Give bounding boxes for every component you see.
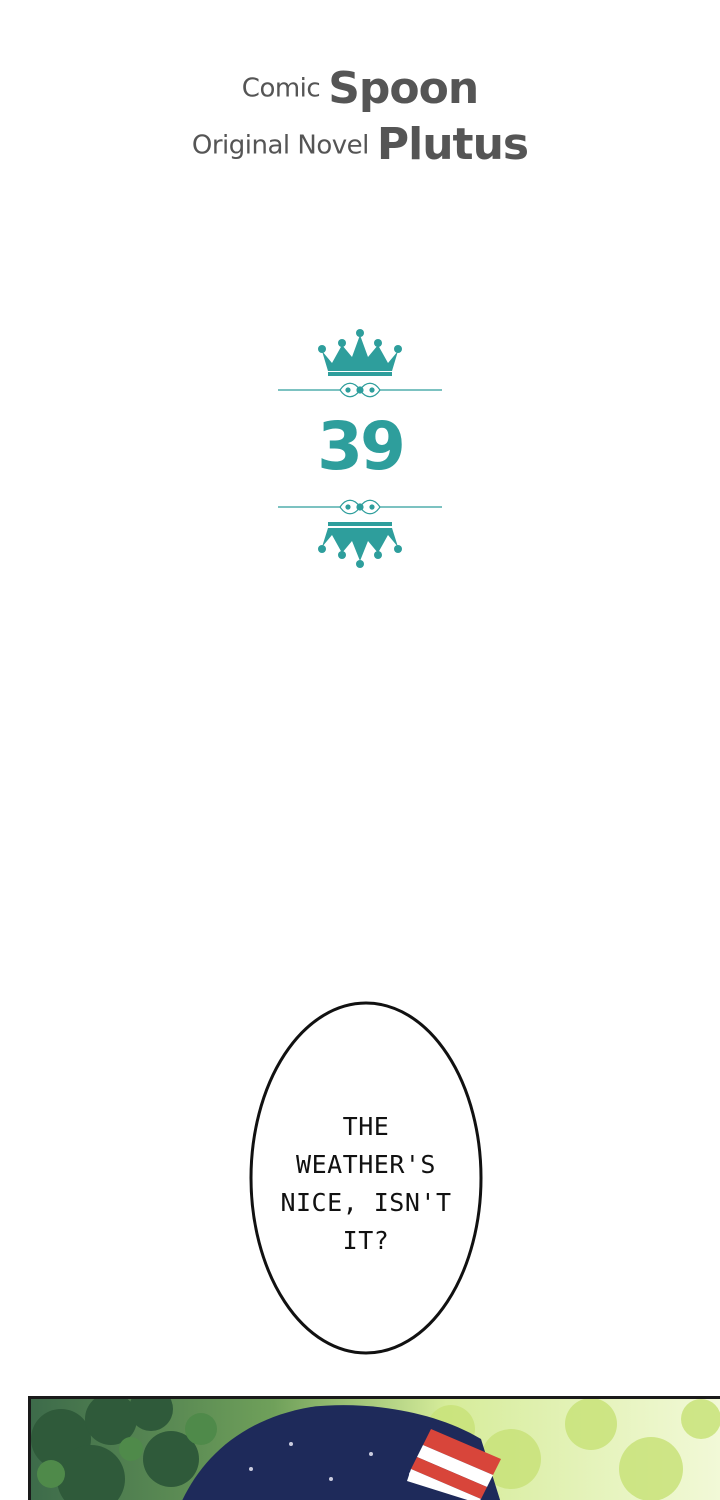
speech-bubble-text: THE WEATHER'S NICE, ISN'T IT? [280,1112,452,1255]
credit-novel-name: Plutus [376,119,529,170]
comic-panel-illustration [28,1396,720,1500]
comic-page: Comic Spoon Original Novel Plutus 39 THE… [0,0,720,1500]
panel-art [31,1399,720,1500]
credit-novel: Original Novel Plutus [0,117,720,174]
divider-flourish-top [278,382,442,398]
credit-novel-role: Original Novel [191,130,369,160]
credit-comic-role: Comic [241,73,321,104]
credits-block: Comic Spoon Original Novel Plutus [0,60,720,173]
inverted-crown-icon [318,522,402,568]
credit-comic: Comic Spoon [0,60,720,117]
crown-icon [318,329,402,376]
divider-flourish-bottom [278,499,442,515]
chapter-number: 39 [317,408,406,485]
credit-comic-name: Spoon [328,62,479,114]
